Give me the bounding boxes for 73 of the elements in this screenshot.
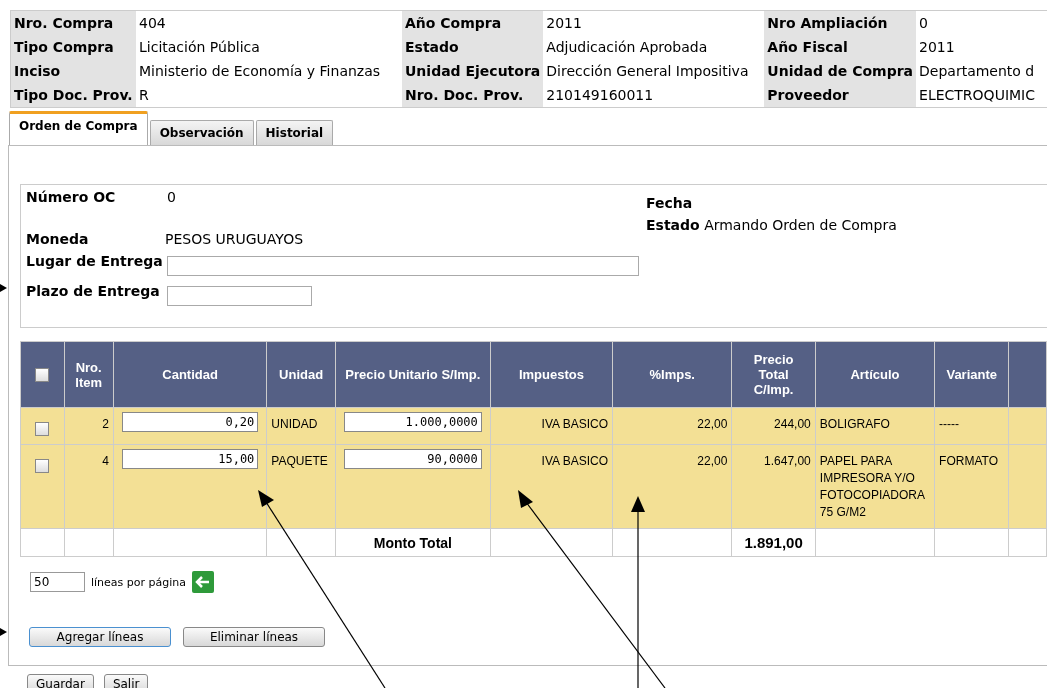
page-size-field[interactable]: 50 <box>30 572 85 592</box>
column-header: Nro. Item <box>64 341 114 408</box>
field-label: Año Fiscal <box>764 35 917 59</box>
field-value: ELECTROQUIMIC <box>916 83 1047 108</box>
arrowhead-icon <box>0 628 7 636</box>
action-button[interactable]: Guardar <box>27 674 94 688</box>
field-label: Nro Ampliación <box>764 10 917 35</box>
field-label: Tipo Doc. Prov. <box>10 83 136 108</box>
page-size-label: líneas por página <box>91 575 187 589</box>
field-label: Lugar de Entrega <box>26 253 164 269</box>
field-value: Dirección General Impositiva <box>543 59 765 83</box>
quantity-field[interactable]: 0,20 <box>121 412 259 432</box>
action-button[interactable]: Eliminar líneas <box>183 627 325 647</box>
input-field[interactable] <box>167 256 639 276</box>
column-header: Precio Total C/Imp. <box>731 341 816 408</box>
table-cell: UNIDAD <box>266 407 336 445</box>
field-value: 0 <box>167 189 176 205</box>
field-label: Inciso <box>10 59 136 83</box>
action-button[interactable]: Agregar líneas <box>29 627 171 647</box>
field-label: Estado <box>402 35 544 59</box>
column-header: Artículo <box>815 341 935 408</box>
field-value: 404 <box>136 10 402 35</box>
checkbox[interactable] <box>35 458 50 473</box>
table-cell: 244,00 <box>731 407 816 445</box>
table-cell: IVA BASICO <box>490 407 613 445</box>
column-header: %Imps. <box>612 341 732 408</box>
price-field[interactable]: 90,0000 <box>343 449 482 469</box>
field-value: Adjudicación Aprobada <box>543 35 765 59</box>
table-cell: 22,00 <box>612 407 732 445</box>
field-label: Unidad de Compra <box>764 59 917 83</box>
field-value: Licitación Pública <box>136 35 402 59</box>
field-label: Estado <box>646 217 700 233</box>
quantity-field[interactable]: 15,00 <box>121 449 259 469</box>
tab[interactable]: Observación <box>149 120 254 145</box>
column-header: Cantidad <box>113 341 267 408</box>
tab[interactable]: Historial <box>255 120 334 145</box>
field-label: Fecha <box>646 195 693 211</box>
input-field[interactable] <box>167 286 312 306</box>
field-label: Moneda <box>26 231 90 247</box>
column-header: Variante <box>934 341 1009 408</box>
table-cell: 4 <box>64 444 114 529</box>
checkbox[interactable] <box>35 421 50 436</box>
column-header: Impuestos <box>490 341 613 408</box>
field-label: Tipo Compra <box>10 35 136 59</box>
column-header: Precio Unitario S/Imp. <box>335 341 491 408</box>
checkbox[interactable] <box>35 368 50 383</box>
table-cell: BOLIGRAFO <box>815 407 935 445</box>
arrowhead-icon <box>0 284 7 292</box>
field-value: 0 <box>916 10 1047 35</box>
field-value: 2011 <box>543 10 765 35</box>
field-label: Plazo de Entrega <box>26 283 161 299</box>
table-cell: ----- <box>934 407 1009 445</box>
total-label: Monto Total <box>335 528 491 557</box>
field-value: R <box>136 83 402 108</box>
field-value: 210149160011 <box>543 83 765 108</box>
table-cell: FORMATO <box>934 444 1009 529</box>
field-label: Nro. Compra <box>10 10 136 35</box>
action-button[interactable]: Salir <box>103 674 149 688</box>
field-label: Nro. Doc. Prov. <box>402 83 544 108</box>
field-value: Ministerio de Economía y Finanzas <box>136 59 402 83</box>
table-cell: 2 <box>64 407 114 445</box>
total-value: 1.891,00 <box>731 528 816 557</box>
price-field[interactable]: 1.000,0000 <box>343 412 482 432</box>
field-label: Año Compra <box>402 10 544 35</box>
field-label: Número OC <box>26 189 117 205</box>
column-header: Unidad <box>266 341 336 408</box>
field-value: Armando Orden de Compra <box>704 217 897 233</box>
tab[interactable]: Orden de Compra <box>9 111 148 145</box>
field-label: Proveedor <box>764 83 917 108</box>
field-value: PESOS URUGUAYOS <box>165 231 304 247</box>
table-cell: 1.647,00 <box>731 444 816 529</box>
field-label: Unidad Ejecutora <box>402 59 544 83</box>
table-cell: PAPEL PARA IMPRESORA Y/O FOTOCOPIADORA 75 G/M2 <box>815 444 935 529</box>
